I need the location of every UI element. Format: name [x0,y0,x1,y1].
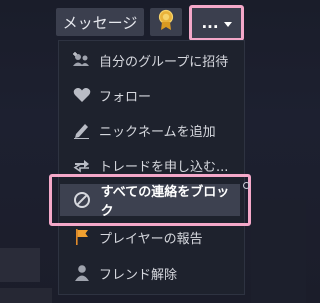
background-panel [251,200,306,303]
award-badge-icon [158,9,174,35]
cursor-dot [243,182,250,189]
background-panel [0,288,52,303]
heart-follow-icon [71,85,93,105]
message-button-label: メッセージ [62,13,138,32]
menu-item-label: 自分のグループに招待 [99,54,229,70]
more-options-menu: 自分のグループに招待 フォロー ニックネームを追加 トレードを申し込む... プ… [58,40,245,295]
menu-item-label: ニックネームを追加 [99,124,216,140]
menu-item-label: フレンド解除 [99,267,178,283]
message-button[interactable]: メッセージ [56,8,144,36]
menu-item-label: すべての連絡をブロック [100,185,230,219]
more-options-label: ... [201,14,219,32]
more-options-button[interactable]: ... [189,5,244,41]
menu-item-invite-group[interactable]: 自分のグループに招待 [59,43,244,77]
invite-group-icon [71,50,93,70]
flag-icon [71,227,93,247]
block-icon [71,190,93,210]
menu-item-block-all[interactable]: すべての連絡をブロック [60,184,240,219]
pencil-icon [71,120,93,140]
badge-button[interactable] [150,8,182,36]
menu-item-unfriend[interactable]: フレンド解除 [59,256,244,290]
menu-item-follow[interactable]: フォロー [59,78,244,112]
menu-item-add-nickname[interactable]: ニックネームを追加 [59,113,244,147]
menu-item-label: トレードを申し込む... [99,159,229,175]
menu-item-label: フォロー [99,89,152,105]
menu-item-label: プレイヤーの報告 [99,231,203,247]
chevron-down-icon [223,21,232,27]
remove-friend-icon [71,263,93,283]
trade-arrows-icon [71,155,93,175]
background-panel [0,248,40,282]
